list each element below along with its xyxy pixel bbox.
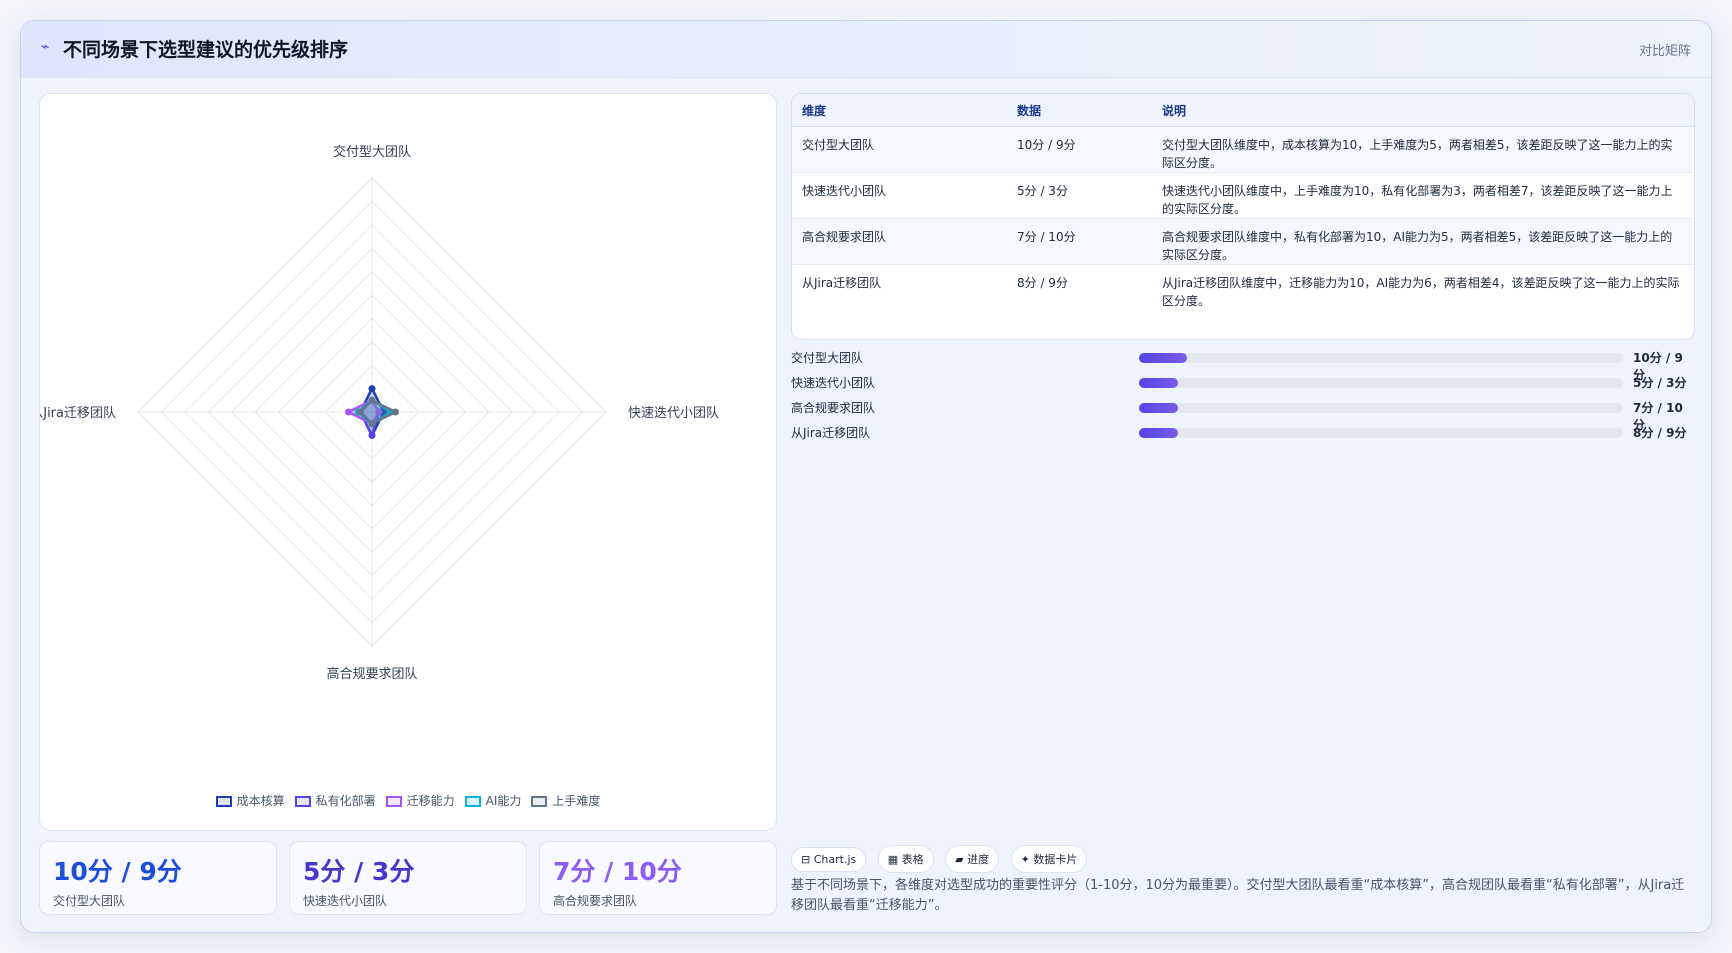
progress-track	[1139, 428, 1623, 438]
legend-label: AI能力	[485, 794, 522, 808]
axis-label: 高合规要求团队	[326, 666, 417, 682]
legend-label: 迁移能力	[406, 794, 455, 808]
table-cell: 高合规要求团队	[792, 218, 1007, 265]
legend-label: 上手难度	[552, 794, 601, 808]
table-row: 从Jira迁移团队 8分 / 9分 从Jira迁移团队维度中，迁移能力为10，A…	[792, 264, 1694, 310]
progress-fill	[1139, 378, 1178, 388]
progress-row: 从Jira迁移团队 8分 / 9分	[791, 424, 1693, 449]
progress-row: 高合规要求团队 7分 / 10分	[791, 399, 1693, 432]
chip-progress[interactable]: ▰ 进度	[945, 845, 1000, 873]
legend-item[interactable]: 上手难度	[531, 792, 600, 809]
legend-swatch	[385, 796, 402, 807]
table-cell: 5分 / 3分	[1007, 172, 1152, 219]
radar-data-point	[368, 420, 376, 428]
chip-data-card[interactable]: ✦ 数据卡片	[1010, 845, 1088, 873]
table-cell: 交付型大团队维度中，成本核算为10，上手难度为5，两者相差5，该差距反映了这一能…	[1152, 126, 1694, 173]
table-cell: 7分 / 10分	[1007, 218, 1152, 265]
data-card-icon: ✦	[1020, 853, 1030, 866]
progress-track	[1139, 378, 1623, 388]
column-header: 说明	[1152, 94, 1694, 127]
stat-value: 5分 / 3分	[303, 857, 415, 886]
progress-track	[1139, 353, 1623, 363]
stat-label: 高合规要求团队	[553, 894, 638, 908]
radar-data-point	[356, 408, 364, 416]
table-row: 快速迭代小团队 5分 / 3分 快速迭代小团队维度中，上手难度为10，私有化部署…	[792, 172, 1694, 219]
legend-item[interactable]: 成本核算	[215, 792, 285, 809]
stat-card: 10分 / 9分 交付型大团队	[39, 841, 277, 915]
chart-icon: ⊟	[801, 853, 811, 866]
progress-icon: ▰	[955, 853, 964, 866]
column-header: 数据	[1007, 94, 1152, 127]
table-cell: 从Jira迁移团队	[792, 264, 1007, 310]
column-header: 维度	[792, 94, 1007, 127]
table-cell: 快速迭代小团队	[792, 172, 1007, 219]
chip-label: Chart.js	[813, 853, 857, 866]
chip-label: 表格	[901, 853, 924, 866]
legend-swatch	[294, 796, 311, 807]
stat-value: 10分 / 9分	[53, 857, 182, 886]
progress-list: 交付型大团队 10分 / 9分 快速迭代小团队 5分 / 3分 高合规要求团队 …	[791, 349, 1693, 449]
progress-label: 高合规要求团队	[791, 401, 876, 415]
legend-label: 私有化部署	[315, 794, 376, 808]
progress-label: 快速迭代小团队	[791, 376, 876, 390]
stat-value: 7分 / 10分	[553, 857, 682, 886]
table-header-row: 维度 数据 说明	[792, 94, 1694, 127]
radar-data-point	[368, 431, 376, 439]
table-cell: 从Jira迁移团队维度中，迁移能力为10，AI能力为6，两者相差4，该差距反映了…	[1152, 264, 1694, 310]
chip-label: 进度	[967, 853, 990, 866]
footnote: 基于不同场景下，各维度对选型成功的重要性评分（1-10分，10分为最重要）。交付…	[791, 878, 1685, 913]
chip-label: 数据卡片	[1033, 853, 1078, 866]
legend-item[interactable]: 迁移能力	[385, 792, 455, 809]
card-header: ⌁ 不同场景下选型建议的优先级排序 对比矩阵	[21, 21, 1711, 78]
legend-swatch	[215, 796, 232, 807]
chip-chartjs[interactable]: ⊟ Chart.js	[791, 847, 867, 872]
progress-value: 5分 / 3分	[1633, 376, 1687, 390]
radar-data-point	[368, 396, 376, 404]
radar-chart: 交付型大团队快速迭代小团队高合规要求团队 从Jira迁移团队	[40, 144, 719, 682]
stat-label: 快速迭代小团队	[303, 894, 388, 908]
progress-fill	[1139, 428, 1178, 438]
chart-line-icon: ⌁	[41, 39, 50, 55]
stat-card: 5分 / 3分 快速迭代小团队	[289, 841, 527, 915]
radar-data-point	[391, 408, 399, 416]
view-chips: ⊟ Chart.js ▦ 表格 ▰ 进度 ✦ 数据卡片	[791, 845, 1095, 873]
progress-fill	[1139, 353, 1188, 363]
legend-label: 成本核算	[236, 794, 285, 808]
progress-row: 交付型大团队 10分 / 9分	[791, 349, 1693, 382]
progress-fill	[1139, 403, 1178, 413]
progress-label: 交付型大团队	[791, 351, 864, 365]
axis-label: 交付型大团队	[333, 144, 411, 160]
table-icon: ▦	[887, 853, 899, 866]
table-cell: 10分 / 9分	[1007, 126, 1152, 173]
comparison-card: ⌁ 不同场景下选型建议的优先级排序 对比矩阵 交付型大团队 快速迭代小团队 高合规要…	[20, 20, 1712, 933]
card-tag: 对比矩阵	[1638, 44, 1691, 59]
table-cell: 快速迭代小团队维度中，上手难度为10，私有化部署为3，两者相差7，该差距反映了这…	[1152, 172, 1694, 219]
progress-row: 快速迭代小团队 5分 / 3分	[791, 374, 1693, 399]
radar-data-point	[368, 385, 376, 393]
table-cell: 交付型大团队	[792, 126, 1007, 173]
stat-label: 交付型大团队	[53, 894, 126, 908]
legend-item[interactable]: 私有化部署	[294, 792, 376, 809]
chart-legend: 成本核算 私有化部署 迁移能力 AI能力 上手难度	[40, 792, 776, 809]
axis-label: 快速迭代小团队	[628, 406, 719, 421]
legend-item[interactable]: AI能力	[464, 792, 522, 809]
radar-data-point	[345, 408, 353, 416]
legend-swatch	[531, 796, 548, 807]
legend-swatch	[464, 796, 481, 807]
chip-table[interactable]: ▦ 表格	[877, 845, 934, 873]
table-row: 交付型大团队 10分 / 9分 交付型大团队维度中，成本核算为10，上手难度为5…	[792, 126, 1694, 173]
card-title: 不同场景下选型建议的优先级排序	[63, 39, 349, 61]
stat-card: 7分 / 10分 高合规要求团队	[539, 841, 777, 915]
progress-track	[1139, 403, 1623, 413]
progress-value: 8分 / 9分	[1633, 426, 1687, 440]
data-table: 维度 数据 说明 交付型大团队 10分 / 9分 交付型大团队维度中，成本核算为…	[791, 93, 1695, 340]
radar-chart-panel: 交付型大团队快速迭代小团队高合规要求团队 从Jira迁移团队 成本核算 私有化部署 迁…	[39, 93, 777, 831]
table-cell: 高合规要求团队维度中，私有化部署为10，AI能力为5，两者相差5，该差距反映了这…	[1152, 218, 1694, 265]
axis-label: 从Jira迁移团队	[40, 406, 116, 421]
table-cell: 8分 / 9分	[1007, 264, 1152, 310]
progress-label: 从Jira迁移团队	[791, 426, 871, 440]
table-row: 高合规要求团队 7分 / 10分 高合规要求团队维度中，私有化部署为10，AI能…	[792, 218, 1694, 265]
